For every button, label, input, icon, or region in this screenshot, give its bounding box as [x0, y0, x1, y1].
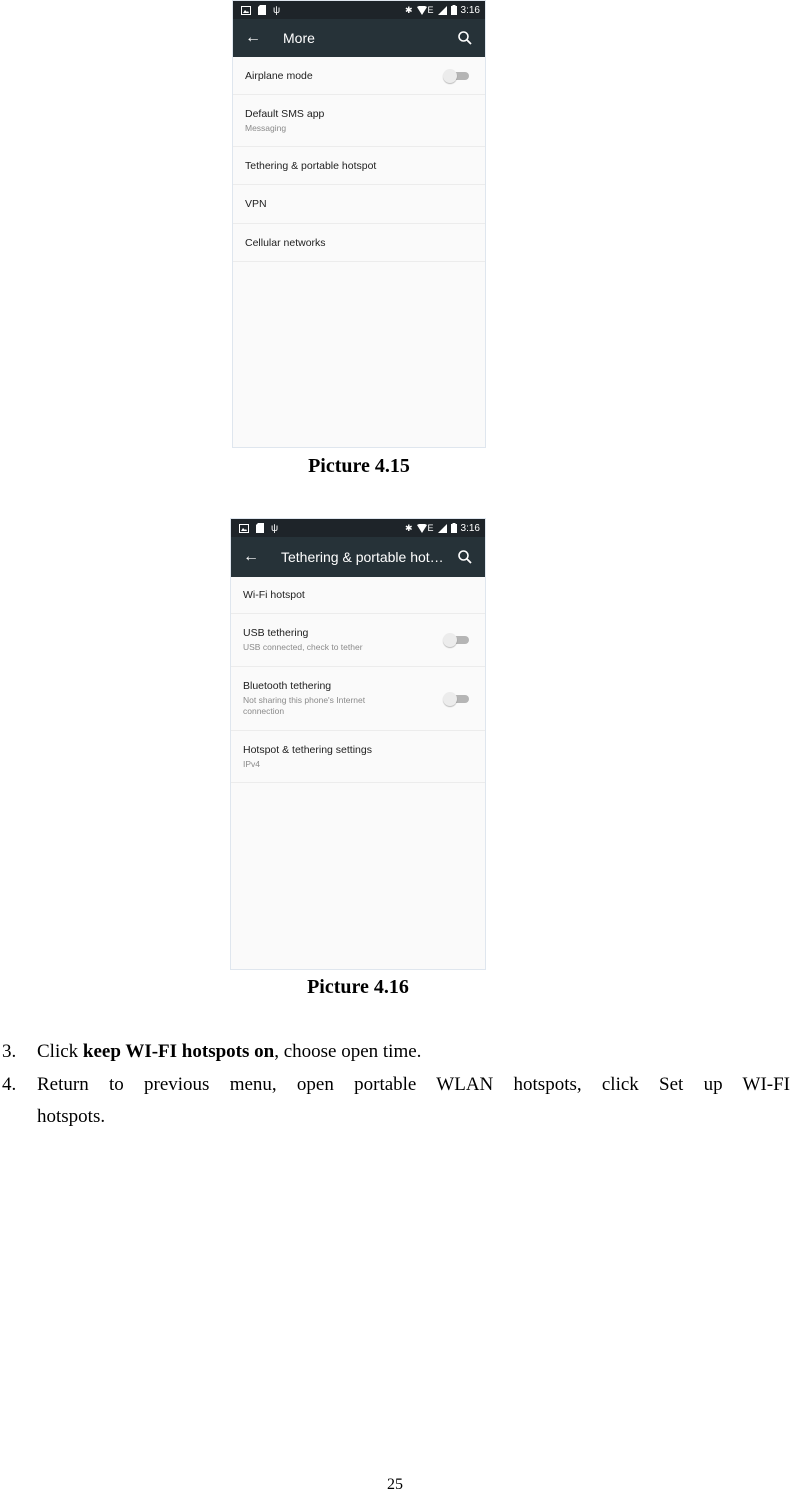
- page-title: Tethering & portable hot…: [281, 549, 444, 565]
- setting-usb-tethering[interactable]: USB tethering USB connected, check to tet…: [231, 614, 485, 667]
- step-number: 3.: [2, 1041, 17, 1062]
- figure-caption: Picture 4.15: [308, 455, 410, 477]
- setting-title: Default SMS app: [245, 107, 325, 120]
- setting-cellular-networks[interactable]: Cellular networks: [233, 224, 485, 262]
- setting-title: Bluetooth tethering: [243, 680, 332, 692]
- bluetooth-icon: ✱: [404, 522, 413, 533]
- airplane-mode-toggle[interactable]: [443, 68, 469, 83]
- setting-wifi-hotspot[interactable]: Wi-Fi hotspot: [231, 577, 485, 614]
- step-text-line1: Return to previous menu, open portable W…: [37, 1074, 790, 1095]
- screenshot-tethering: ψ ✱ E 3:16 ← Tethering & portable hot… W…: [230, 518, 486, 970]
- wifi-icon: [416, 5, 427, 15]
- step-number: 4.: [2, 1074, 17, 1095]
- status-bar: ψ ✱ E 3:16: [233, 1, 485, 19]
- clock: 3:16: [460, 522, 480, 534]
- setting-tethering[interactable]: Tethering & portable hotspot: [233, 147, 485, 185]
- battery-icon: [450, 523, 457, 533]
- sim-card-icon: [256, 523, 264, 533]
- setting-bluetooth-tethering[interactable]: Bluetooth tethering Not sharing this phon…: [231, 667, 485, 731]
- search-icon[interactable]: [457, 549, 473, 565]
- setting-title: VPN: [245, 198, 267, 210]
- network-type-label: E: [427, 5, 434, 15]
- setting-title: USB tethering: [243, 627, 309, 639]
- setting-title: Cellular networks: [245, 236, 326, 249]
- back-arrow-icon[interactable]: ←: [243, 548, 281, 566]
- signal-icon: [437, 5, 447, 15]
- bluetooth-tethering-toggle[interactable]: [443, 691, 469, 706]
- step-text-suffix: , choose open time.: [274, 1041, 422, 1062]
- setting-title: Hotspot & tethering settings: [243, 743, 372, 756]
- sim-card-icon: [258, 5, 266, 15]
- clock: 3:16: [460, 4, 480, 16]
- wifi-icon: [416, 523, 427, 533]
- search-icon[interactable]: [457, 30, 473, 46]
- network-type-label: E: [427, 523, 434, 533]
- page-title: More: [283, 30, 315, 46]
- step-text-line2: hotspots.: [37, 1106, 106, 1127]
- setting-title: Airplane mode: [245, 69, 313, 82]
- usb-icon: ψ: [273, 4, 281, 16]
- setting-airplane-mode[interactable]: Airplane mode: [233, 57, 485, 95]
- setting-vpn[interactable]: VPN: [233, 185, 485, 224]
- app-bar: ← Tethering & portable hot…: [231, 537, 485, 577]
- step-emphasis: keep WI-FI hotspots on: [82, 1041, 275, 1062]
- setting-title: Wi-Fi hotspot: [243, 589, 305, 601]
- back-arrow-icon[interactable]: ←: [245, 29, 283, 47]
- setting-subtitle: Messaging: [245, 122, 287, 133]
- setting-title: Tethering & portable hotspot: [245, 159, 377, 172]
- figure-caption: Picture 4.16: [307, 976, 409, 998]
- app-bar: ← More: [233, 19, 485, 57]
- setting-subtitle: IPv4: [243, 758, 261, 769]
- step-text-prefix: Click: [37, 1041, 83, 1062]
- setting-hotspot-tethering-settings[interactable]: Hotspot & tethering settings IPv4: [231, 731, 485, 783]
- battery-icon: [450, 5, 457, 15]
- setting-subtitle: USB connected, check to tether: [243, 642, 363, 652]
- page-number: 25: [387, 1476, 403, 1493]
- setting-subtitle: Not sharing this phone's Internet connec…: [243, 695, 366, 716]
- status-bar: ψ ✱ E 3:16: [231, 519, 485, 537]
- bluetooth-icon: ✱: [404, 4, 413, 15]
- usb-tethering-toggle[interactable]: [443, 633, 469, 647]
- step-text: Click keep WI-FI hotspots on, choose ope…: [37, 1041, 421, 1063]
- usb-icon: ψ: [271, 522, 279, 534]
- screenshot-more: ψ ✱ E 3:16 ← More Airplane mode Default …: [232, 0, 486, 448]
- signal-icon: [437, 523, 447, 533]
- image-notification-icon: [239, 523, 249, 533]
- image-notification-icon: [241, 5, 251, 15]
- setting-default-sms-app[interactable]: Default SMS app Messaging: [233, 95, 485, 147]
